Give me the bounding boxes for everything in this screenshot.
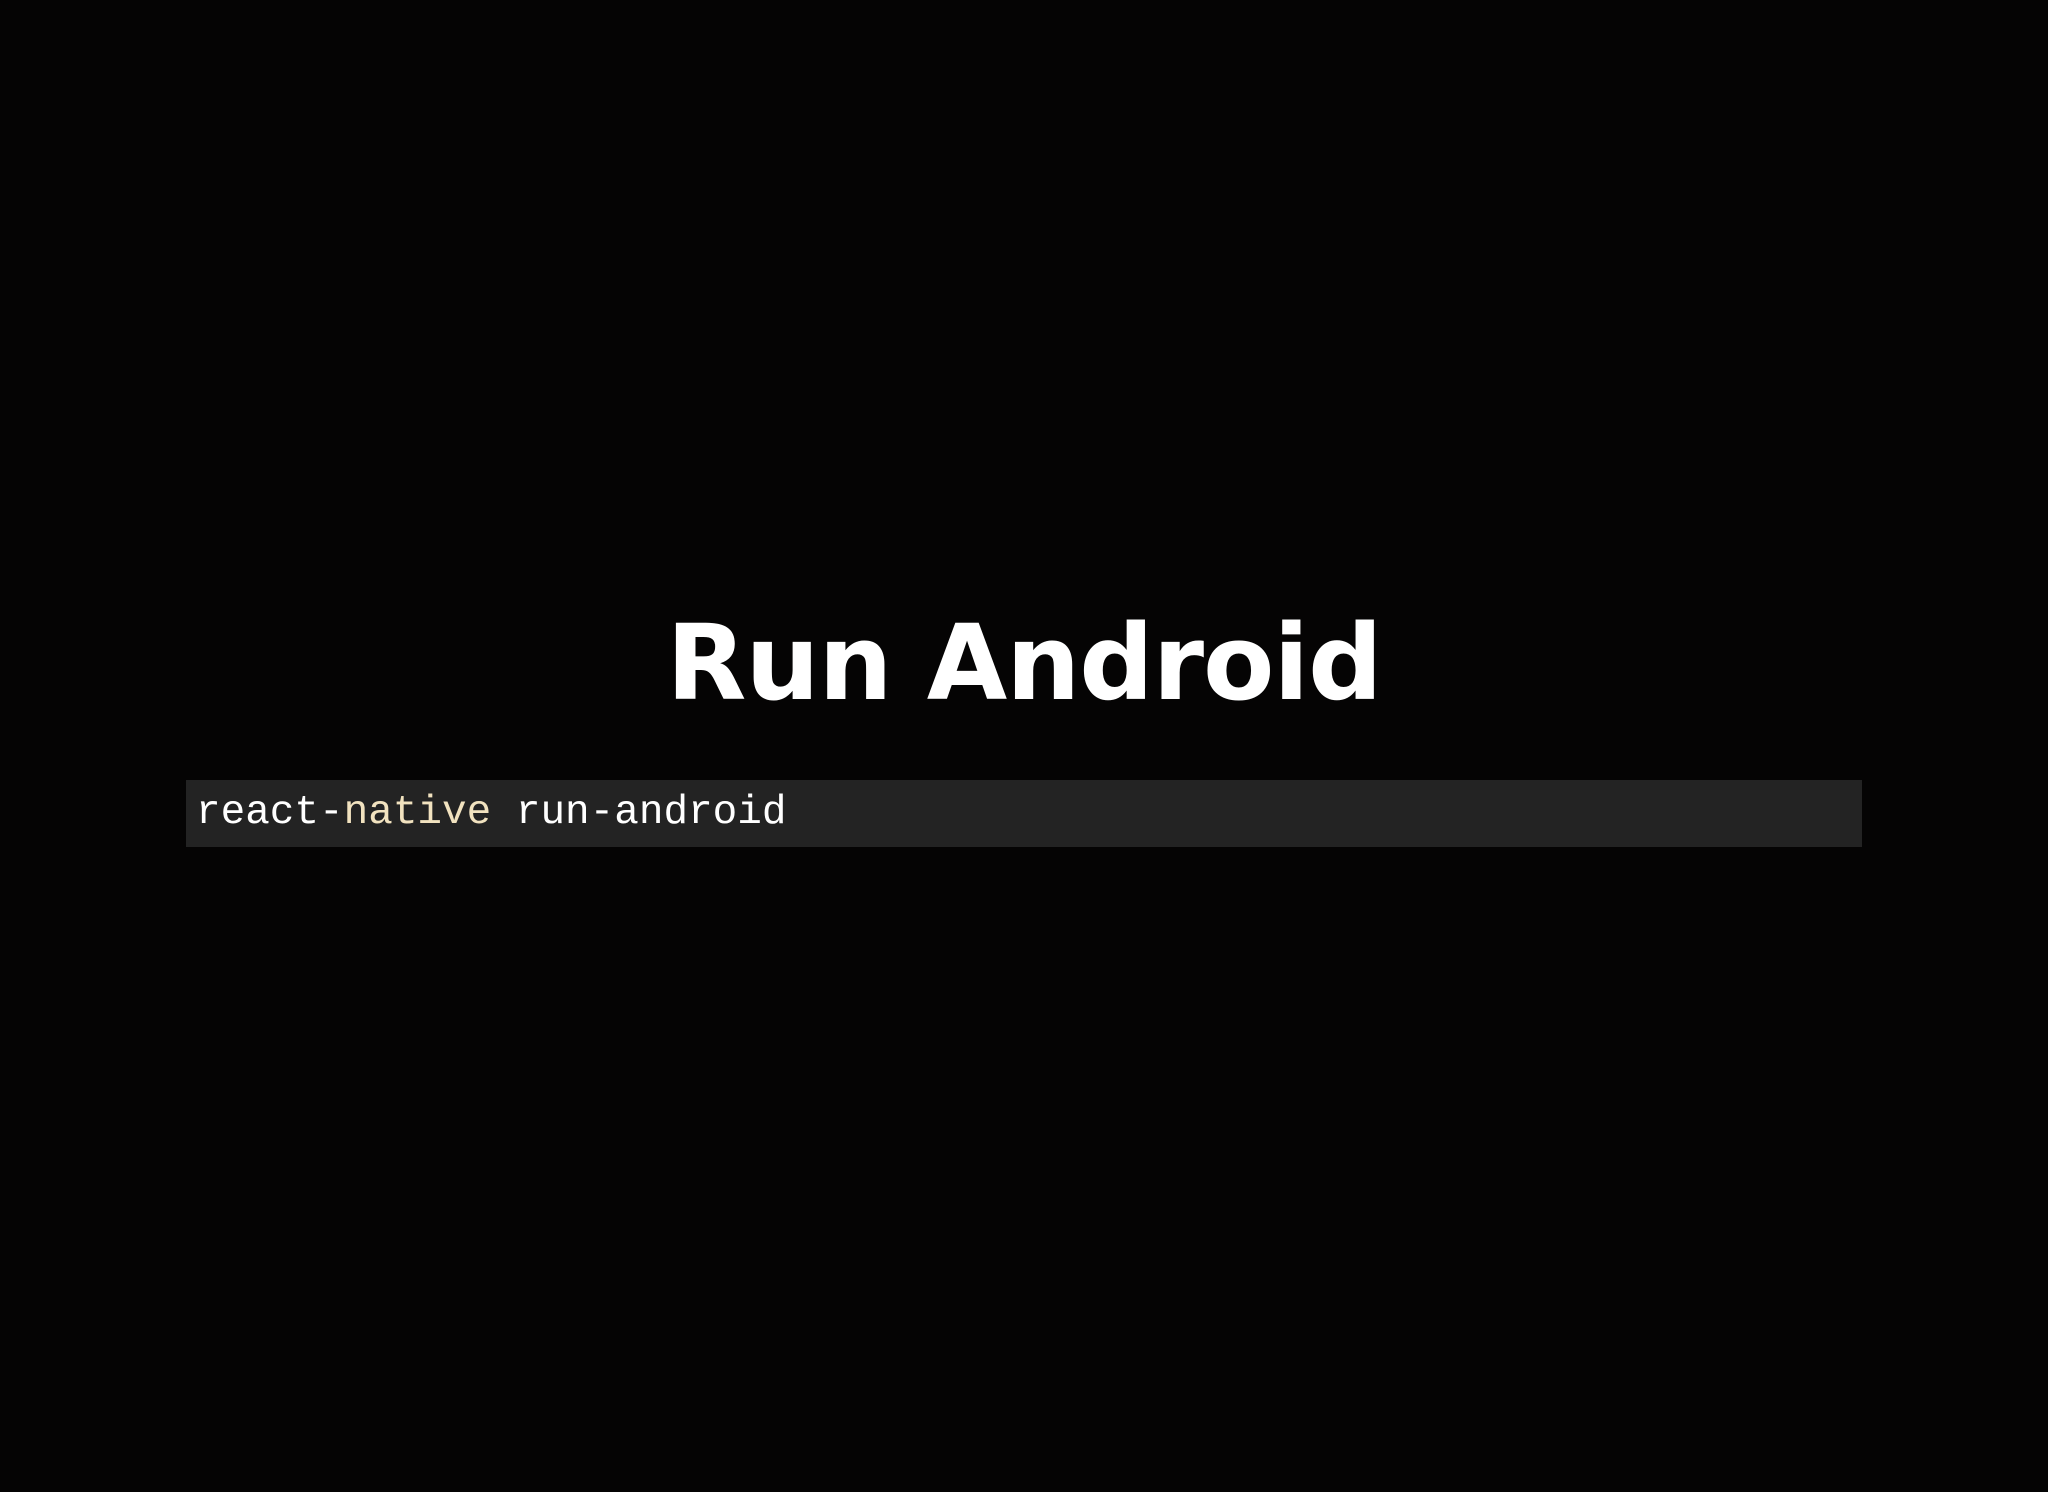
slide: Run Android react-native run-android xyxy=(0,0,2048,1492)
slide-title: Run Android xyxy=(666,602,1382,724)
code-block: react-native run-android xyxy=(186,780,1862,847)
code-token-native: native xyxy=(343,790,492,836)
code-token-react: react- xyxy=(196,790,344,836)
code-token-run-android: run-android xyxy=(491,790,787,836)
code-line: react-native run-android xyxy=(196,780,1862,847)
